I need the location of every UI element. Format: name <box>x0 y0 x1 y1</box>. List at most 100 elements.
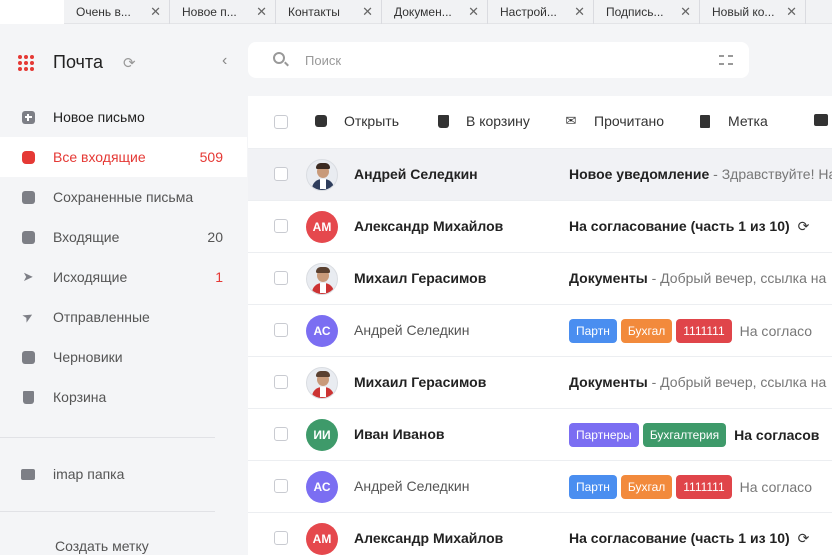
row-checkbox[interactable] <box>274 531 288 545</box>
browser-tab[interactable]: Подпись... ✕ <box>594 0 700 24</box>
avatar: ИИ <box>306 419 338 451</box>
create-tag-label: Создать метку <box>55 538 149 554</box>
row-checkbox[interactable] <box>274 479 288 493</box>
trash-button[interactable]: В корзину <box>436 113 530 129</box>
filter-icon[interactable] <box>719 55 733 65</box>
sync-icon[interactable]: ⟳ <box>123 54 136 72</box>
sender-name: Александр Михайлов <box>354 218 504 234</box>
email-row[interactable]: АС Андрей Селедкин Партн Бухгал 1111111 … <box>248 304 832 356</box>
browser-tab[interactable]: Докумен... ✕ <box>382 0 488 24</box>
search-input[interactable] <box>305 51 685 69</box>
sidebar-item-imap-folder[interactable]: imap папка <box>0 454 247 494</box>
email-row[interactable]: Михаил Герасимов Документы - Добрый вече… <box>248 252 832 304</box>
trash-label: В корзину <box>466 113 530 129</box>
row-checkbox[interactable] <box>274 167 288 181</box>
sidebar-item-inbox[interactable]: Входящие 20 <box>0 217 247 257</box>
sidebar-header: Почта ⟳ ‹ <box>0 44 247 78</box>
search-bar <box>248 42 749 78</box>
browser-tab[interactable]: Новое п... ✕ <box>170 0 276 24</box>
chevron-left-icon[interactable]: ‹ <box>222 52 227 70</box>
email-row[interactable]: Андрей Селедкин Новое уведомление - Здра… <box>248 148 832 200</box>
mark-read-button[interactable]: ✉ Прочитано <box>564 113 664 129</box>
close-icon[interactable]: ✕ <box>574 4 585 20</box>
close-icon[interactable]: ✕ <box>786 4 797 20</box>
email-subject: На согласов <box>734 427 820 443</box>
inbox-icon <box>20 229 36 245</box>
tag-badge[interactable]: Партн <box>569 475 617 499</box>
avatar: АМ <box>306 523 338 555</box>
trash-icon <box>20 389 36 405</box>
unread-count: 20 <box>207 229 223 245</box>
open-label: Открыть <box>344 113 399 129</box>
unread-count: 1 <box>215 269 223 285</box>
tab-label: Контакты <box>288 5 340 19</box>
tag-badge[interactable]: 1111111 <box>676 319 732 343</box>
email-row[interactable]: ИИ Иван Иванов Партнеры Бухгалтерия На с… <box>248 408 832 460</box>
close-icon[interactable]: ✕ <box>468 4 479 20</box>
browser-tab[interactable]: Настрой... ✕ <box>488 0 594 24</box>
email-row[interactable]: АМ Александр Михайлов На согласование (ч… <box>248 512 832 555</box>
drafts-icon <box>20 349 36 365</box>
avatar <box>306 159 338 191</box>
row-checkbox[interactable] <box>274 427 288 441</box>
tag-badge[interactable]: 1111111 <box>676 475 732 499</box>
subject-text: Документы <box>569 270 648 286</box>
row-checkbox[interactable] <box>274 323 288 337</box>
email-preview: - Добрый вечер, ссылка на <box>647 270 827 286</box>
sidebar-item-label: Все входящие <box>53 149 146 165</box>
row-checkbox[interactable] <box>274 219 288 233</box>
tag-badge[interactable]: Партн <box>569 319 617 343</box>
bookmark-icon <box>698 114 712 128</box>
sidebar-item-drafts[interactable]: Черновики <box>0 337 247 377</box>
email-subject: На согласование (часть 1 из 10) ⟳ <box>569 530 809 547</box>
avatar: АС <box>306 315 338 347</box>
sender-name: Андрей Селедкин <box>354 322 470 338</box>
browser-tab[interactable]: Новый ко... ✕ <box>700 0 806 24</box>
sidebar-item-outgoing[interactable]: ➤ Исходящие 1 <box>0 257 247 297</box>
avatar <box>306 367 338 399</box>
email-row[interactable]: Михаил Герасимов Документы - Добрый вече… <box>248 356 832 408</box>
tag-badge[interactable]: Партнеры <box>569 423 639 447</box>
sender-name: Андрей Селедкин <box>354 166 478 182</box>
tag-badge[interactable]: Бухгал <box>620 475 673 499</box>
sync-icon: ⟳ <box>797 530 810 546</box>
browser-tab[interactable]: Контакты ✕ <box>276 0 382 24</box>
sender-name: Михаил Герасимов <box>354 270 487 286</box>
open-button[interactable]: Открыть <box>314 113 399 129</box>
mark-read-label: Прочитано <box>594 113 664 129</box>
tag-button[interactable]: Метка <box>698 113 768 129</box>
avatar: АС <box>306 471 338 503</box>
subject-text: Документы <box>569 374 648 390</box>
tag-badge[interactable]: Бухгалтерия <box>642 423 727 447</box>
subject-text: На согласование (часть 1 из 10) <box>569 530 790 546</box>
close-icon[interactable]: ✕ <box>362 4 373 20</box>
apps-grid-icon[interactable] <box>18 55 34 71</box>
browser-tab[interactable]: Очень в... ✕ <box>64 0 170 24</box>
inbox-all-icon <box>20 149 36 165</box>
email-subject: На согласо <box>739 479 813 495</box>
sidebar-item-saved[interactable]: Сохраненные письма <box>0 177 247 217</box>
close-icon[interactable]: ✕ <box>680 4 691 20</box>
compose-button[interactable]: Новое письмо <box>0 97 247 137</box>
sidebar-item-trash[interactable]: Корзина <box>0 377 247 417</box>
sender-name: Александр Михайлов <box>354 530 504 546</box>
email-row[interactable]: АМ Александр Михайлов На согласование (ч… <box>248 200 832 252</box>
folder-icon <box>20 466 36 482</box>
sidebar-item-sent[interactable]: ➤ Отправленные <box>0 297 247 337</box>
compose-label: Новое письмо <box>53 109 145 125</box>
sidebar-item-all-inbox[interactable]: Все входящие 509 <box>0 137 247 177</box>
close-icon[interactable]: ✕ <box>256 4 267 20</box>
close-icon[interactable]: ✕ <box>150 4 161 20</box>
create-tag-button[interactable]: Создать метку <box>0 526 247 555</box>
sidebar-item-label: Корзина <box>53 389 107 405</box>
select-all-checkbox[interactable] <box>274 115 288 129</box>
tag-badge[interactable]: Бухгал <box>620 319 673 343</box>
folder-button[interactable] <box>814 113 832 127</box>
row-checkbox[interactable] <box>274 375 288 389</box>
email-row[interactable]: АС Андрей Селедкин Партн Бухгал 1111111 … <box>248 460 832 512</box>
sender-name: Михаил Герасимов <box>354 374 487 390</box>
envelope-open-icon: ✉ <box>565 113 577 128</box>
tab-label: Докумен... <box>394 5 452 19</box>
row-checkbox[interactable] <box>274 271 288 285</box>
sidebar-item-label: Исходящие <box>53 269 128 285</box>
